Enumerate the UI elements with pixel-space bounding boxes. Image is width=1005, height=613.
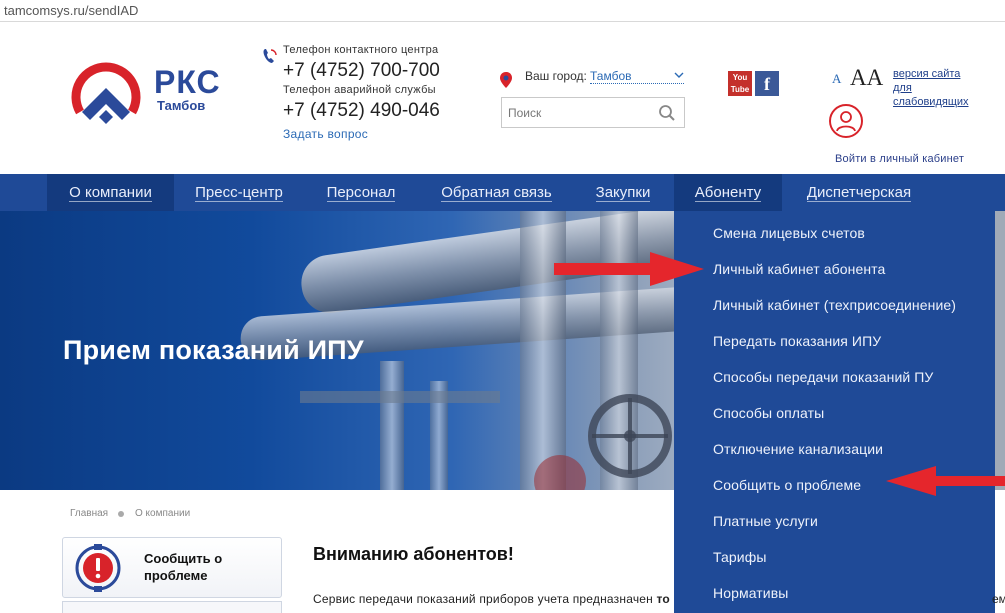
low-vision-link[interactable]: версия сайта для слабовидящих (893, 67, 977, 109)
ask-question-link[interactable]: Задать вопрос (283, 127, 368, 141)
nav-item-staff[interactable]: Персонал (310, 174, 412, 211)
red-arrow-icon (554, 252, 704, 286)
alert-icon (75, 544, 121, 592)
facebook-icon[interactable]: f (755, 71, 779, 96)
youtube-icon[interactable]: You Tube (728, 71, 752, 96)
logo-title: РКС (154, 64, 221, 100)
url-text: tamcomsys.ru/sendIAD (4, 3, 139, 18)
breadcrumb-separator (118, 511, 124, 517)
menu-item-tariffs[interactable]: Тарифы (713, 549, 767, 565)
nav-item-about[interactable]: О компании (47, 174, 174, 211)
menu-item-tech-connection-account[interactable]: Личный кабинет (техприсоединение) (713, 297, 956, 313)
location-pin-icon (500, 72, 512, 88)
breadcrumb-current: О компании (135, 508, 191, 519)
report-problem-card[interactable]: Сообщить о проблеме (62, 537, 282, 598)
nav-item-press[interactable]: Пресс-центр (180, 174, 298, 211)
menu-item-personal-account[interactable]: Личный кабинет абонента (713, 261, 885, 277)
menu-item-payment-methods[interactable]: Способы оплаты (713, 405, 824, 421)
city-label: Ваш город: (525, 69, 587, 83)
menu-item-reading-methods[interactable]: Способы передачи показаний ПУ (713, 369, 933, 385)
menu-item-submit-readings[interactable]: Передать показания ИПУ (713, 333, 881, 349)
menu-item-report-problem[interactable]: Сообщить о проблеме (713, 477, 861, 493)
nav-item-subscriber[interactable]: Абоненту (674, 174, 782, 211)
main-nav: О компании Пресс-центр Персонал Обратная… (0, 174, 1005, 211)
body-text-tail: ем, (992, 592, 1005, 606)
rks-logo-icon[interactable] (66, 54, 146, 134)
menu-item-account-change[interactable]: Смена лицевых счетов (713, 225, 865, 241)
font-size-small-button[interactable]: A (832, 71, 841, 87)
body-text: Сервис передачи показаний приборов учета… (313, 592, 670, 606)
contact-center-label: Телефон контактного центра (283, 44, 439, 56)
browser-url-bar[interactable]: tamcomsys.ru/sendIAD (0, 0, 1005, 22)
search-icon[interactable] (658, 104, 676, 122)
report-problem-label: Сообщить о проблеме (144, 551, 223, 583)
contact-phone[interactable]: +7 (4752) 700-700 (283, 60, 440, 82)
login-link[interactable]: Войти в личный кабинет (835, 153, 964, 165)
logo-subtitle: Тамбов (157, 98, 206, 113)
city-select[interactable]: Тамбов (590, 69, 684, 84)
nav-item-dispatch[interactable]: Диспетчерская (792, 174, 926, 211)
phone-icon (263, 49, 277, 63)
search-input[interactable] (508, 104, 648, 122)
menu-item-sewer-shutdown[interactable]: Отключение канализации (713, 441, 883, 457)
notice-title: Вниманию абонентов! (313, 544, 514, 564)
nav-item-feedback[interactable]: Обратная связь (424, 174, 569, 211)
chevron-down-icon[interactable] (674, 72, 684, 79)
sidebar-card-partial[interactable] (62, 601, 282, 613)
user-avatar-icon[interactable] (829, 104, 863, 138)
menu-item-norms[interactable]: Нормативы (713, 585, 788, 601)
subscriber-dropdown-menu: Смена лицевых счетов Личный кабинет абон… (674, 211, 995, 613)
emergency-phone[interactable]: +7 (4752) 490-046 (283, 100, 440, 122)
font-size-large-button[interactable]: AA (850, 65, 883, 91)
emergency-label: Телефон аварийной службы (283, 84, 436, 96)
search-box[interactable] (501, 97, 685, 128)
menu-item-paid-services[interactable]: Платные услуги (713, 513, 818, 529)
nav-item-procurement[interactable]: Закупки (580, 174, 666, 211)
breadcrumb-home[interactable]: Главная (70, 508, 108, 519)
hero-title: Прием показаний ИПУ (63, 335, 364, 365)
red-arrow-icon (886, 466, 1005, 496)
